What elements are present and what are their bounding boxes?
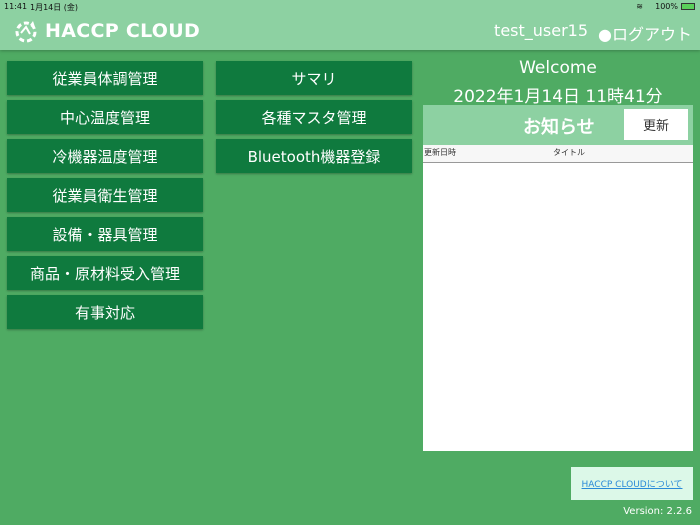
status-date: 1月14日 (金) bbox=[30, 3, 79, 12]
wifi-icon: ≋ bbox=[636, 2, 643, 11]
version-text: Version: 2.2.6 bbox=[623, 506, 692, 517]
welcome-title: Welcome bbox=[519, 58, 597, 78]
menu-employee-hygiene[interactable]: 従業員衛生管理 bbox=[7, 178, 203, 212]
logo-text: HACCP CLOUD bbox=[45, 20, 201, 42]
refresh-button[interactable]: 更新 bbox=[624, 109, 688, 140]
notices-panel: お知らせ 更新 更新日時 タイトル bbox=[423, 105, 693, 451]
notices-table-header: 更新日時 タイトル bbox=[423, 145, 693, 163]
app-header: 11:41 1月14日 (金) 100% ≋ HACCP CLOUD test_… bbox=[0, 0, 700, 50]
battery-percent: 100% bbox=[655, 2, 678, 11]
notices-title: お知らせ bbox=[523, 117, 595, 138]
menu-master[interactable]: 各種マスタ管理 bbox=[216, 100, 412, 134]
status-time: 11:41 bbox=[4, 2, 28, 11]
menu-emergency[interactable]: 有事対応 bbox=[7, 295, 203, 329]
col-updated: 更新日時 bbox=[424, 148, 456, 157]
menu-core-temp[interactable]: 中心温度管理 bbox=[7, 100, 203, 134]
menu-equipment[interactable]: 設備・器具管理 bbox=[7, 217, 203, 251]
logout-button[interactable]: ●ログアウト bbox=[598, 21, 692, 45]
welcome-datetime: 2022年1月14日 11時41分 bbox=[453, 87, 663, 107]
logo: HACCP CLOUD bbox=[13, 19, 200, 43]
menu-bluetooth[interactable]: Bluetooth機器登録 bbox=[216, 139, 412, 173]
about-link[interactable]: HACCP CLOUDについて bbox=[571, 467, 693, 500]
logo-icon bbox=[15, 21, 37, 43]
menu-employee-health[interactable]: 従業員体調管理 bbox=[7, 61, 203, 95]
username: test_user15 bbox=[494, 21, 589, 40]
menu-receiving[interactable]: 商品・原材料受入管理 bbox=[7, 256, 203, 290]
menu-summary[interactable]: サマリ bbox=[216, 61, 412, 95]
col-title: タイトル bbox=[553, 148, 585, 157]
battery-icon bbox=[681, 3, 695, 10]
menu-fridge-temp[interactable]: 冷機器温度管理 bbox=[7, 139, 203, 173]
notices-list[interactable] bbox=[423, 163, 693, 451]
